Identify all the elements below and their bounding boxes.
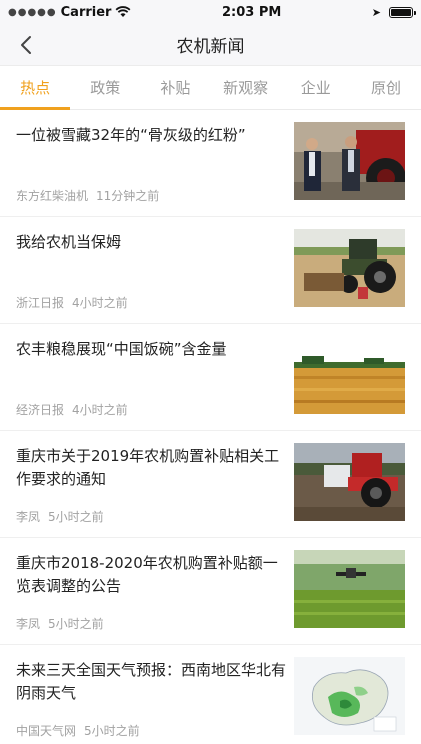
- news-title: 重庆市关于2019年农机购置补贴相关工作要求的通知: [16, 447, 280, 488]
- weather-map-image: [294, 657, 405, 735]
- news-time: 4小时之前: [72, 403, 128, 417]
- news-source: 浙江日报: [16, 296, 65, 310]
- news-thumbnail: [294, 122, 405, 200]
- news-item[interactable]: 重庆市2018-2020年农机购置补贴额一览表调整的公告 李凤 5小时之前: [0, 538, 421, 645]
- clock: 2:03 PM: [221, 4, 282, 20]
- battery-level: [390, 8, 411, 16]
- news-meta: 中国天气网 5小时之前: [16, 722, 286, 739]
- news-source: 李凤: [16, 617, 41, 631]
- news-text: 农丰粮稳展现“中国饭碗”含金量 经济日报 4小时之前: [16, 336, 294, 430]
- news-meta: 李凤 5小时之前: [16, 508, 286, 525]
- tab-policy[interactable]: 政策: [70, 66, 140, 109]
- news-time: 4小时之前: [72, 296, 128, 310]
- wifi-icon: [116, 6, 131, 17]
- back-button[interactable]: [12, 32, 40, 58]
- news-thumbnail: [294, 443, 405, 521]
- tab-subsidy[interactable]: 补贴: [140, 66, 210, 109]
- news-meta: 浙江日报 4小时之前: [16, 294, 286, 311]
- news-source: 李凤: [16, 510, 41, 524]
- news-text: 一位被雪藏32年的“骨灰级的红粉” 东方红柴油机 11分钟之前: [16, 122, 294, 216]
- news-source: 经济日报: [16, 403, 65, 417]
- news-meta: 李凤 5小时之前: [16, 615, 286, 632]
- tab-original[interactable]: 原创: [351, 66, 421, 109]
- news-item[interactable]: 农丰粮稳展现“中国饭碗”含金量 经济日报 4小时之前: [0, 324, 421, 431]
- news-item[interactable]: 我给农机当保姆 浙江日报 4小时之前: [0, 217, 421, 324]
- status-bar: ●●●●● Carrier 2:03 PM ➤: [0, 0, 421, 24]
- status-left: ●●●●● Carrier: [8, 5, 131, 20]
- tab-new-observation[interactable]: 新观察: [211, 66, 281, 109]
- news-title: 我给农机当保姆: [16, 233, 122, 251]
- chevron-left-icon: [21, 36, 31, 54]
- battery-icon: [388, 6, 416, 18]
- location-arrow-icon: ➤: [371, 5, 381, 19]
- news-item[interactable]: 一位被雪藏32年的“骨灰级的红粉” 东方红柴油机 11分钟之前: [0, 110, 421, 217]
- news-meta: 东方红柴油机 11分钟之前: [16, 187, 286, 204]
- news-meta: 经济日报 4小时之前: [16, 401, 286, 418]
- news-time: 5小时之前: [48, 510, 104, 524]
- tab-enterprise[interactable]: 企业: [281, 66, 351, 109]
- news-thumbnail: [294, 229, 405, 307]
- carrier-label: Carrier: [60, 4, 112, 20]
- tab-hot[interactable]: 热点: [0, 66, 71, 110]
- news-thumbnail: [294, 550, 405, 628]
- news-item[interactable]: 重庆市关于2019年农机购置补贴相关工作要求的通知 李凤 5小时之前: [0, 431, 421, 538]
- news-source: 中国天气网: [16, 724, 77, 738]
- news-text: 重庆市关于2019年农机购置补贴相关工作要求的通知 李凤 5小时之前: [16, 443, 294, 537]
- status-right: ➤: [371, 5, 416, 19]
- news-list: 一位被雪藏32年的“骨灰级的红粉” 东方红柴油机 11分钟之前 我给农机当保姆 …: [0, 110, 421, 744]
- category-tabs: 热点 政策 补贴 新观察 企业 原创: [0, 66, 421, 110]
- news-title: 农丰粮稳展现“中国饭碗”含金量: [16, 340, 227, 358]
- news-text: 未来三天全国天气预报：西南地区华北有阴雨天气 中国天气网 5小时之前: [16, 657, 294, 744]
- tractor-men-photo: [294, 122, 405, 200]
- news-text: 重庆市2018-2020年农机购置补贴额一览表调整的公告 李凤 5小时之前: [16, 550, 294, 644]
- news-source: 东方红柴油机: [16, 189, 89, 203]
- nav-bar: 农机新闻: [0, 24, 421, 66]
- news-text: 我给农机当保姆 浙江日报 4小时之前: [16, 229, 294, 323]
- tractor-field-photo: [294, 229, 405, 307]
- signal-icon: ●●●●●: [8, 6, 57, 18]
- news-title: 未来三天全国天气预报：西南地区华北有阴雨天气: [16, 661, 287, 702]
- red-tractor-photo: [294, 443, 405, 521]
- wheat-field-photo: [294, 336, 405, 414]
- news-title: 一位被雪藏32年的“骨灰级的红粉”: [16, 126, 246, 144]
- news-item[interactable]: 未来三天全国天气预报：西南地区华北有阴雨天气 中国天气网 5小时之前: [0, 645, 421, 744]
- news-title: 重庆市2018-2020年农机购置补贴额一览表调整的公告: [16, 554, 278, 595]
- news-time: 11分钟之前: [96, 189, 160, 203]
- drone-field-photo: [294, 550, 405, 628]
- news-time: 5小时之前: [84, 724, 140, 738]
- news-thumbnail: [294, 657, 405, 735]
- page-title: 农机新闻: [176, 37, 245, 57]
- news-thumbnail: [294, 336, 405, 414]
- news-time: 5小时之前: [48, 617, 104, 631]
